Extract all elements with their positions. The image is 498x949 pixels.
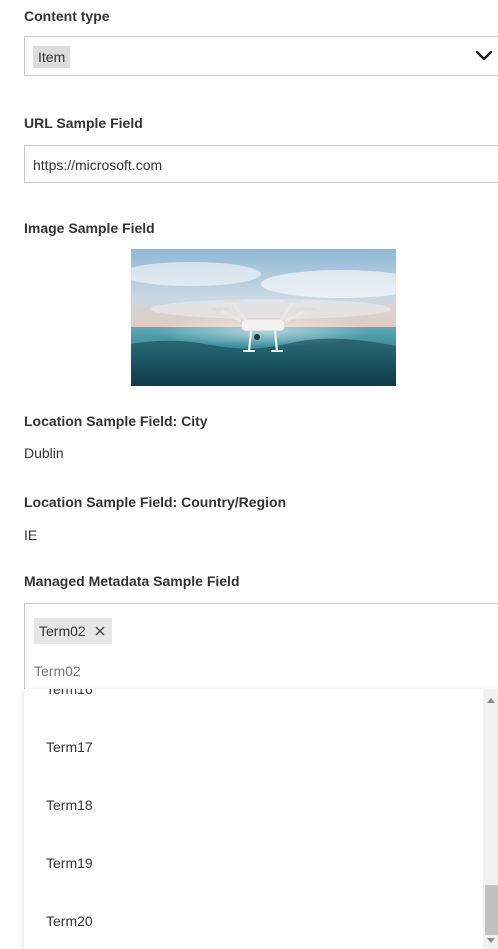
suggestions-scrollbar[interactable] — [483, 689, 498, 949]
location-country-label: Location Sample Field: Country/Region — [24, 494, 287, 510]
url-input-value: https://microsoft.com — [33, 157, 163, 173]
term-suggestions-list: Term16 Term17 Term18 Term19 Term20 — [24, 689, 498, 949]
image-field-preview — [131, 249, 396, 386]
location-city-label: Location Sample Field: City — [24, 413, 208, 429]
selected-term-text: Term02 — [39, 623, 86, 639]
list-item-partial[interactable]: Term16 — [24, 689, 480, 718]
scroll-down-arrow-icon[interactable] — [487, 938, 495, 943]
list-item[interactable]: Term19 — [24, 834, 480, 892]
scroll-thumb[interactable] — [485, 885, 498, 935]
url-input[interactable]: https://microsoft.com — [24, 145, 498, 183]
location-city-value: Dublin — [24, 445, 64, 461]
content-type-selected-value: Item — [33, 46, 71, 68]
content-type-dropdown[interactable]: Item — [24, 36, 498, 76]
managed-metadata-label: Managed Metadata Sample Field — [24, 573, 240, 589]
close-icon[interactable] — [94, 625, 106, 637]
url-field-label: URL Sample Field — [24, 115, 143, 131]
list-item[interactable]: Term20 — [24, 892, 480, 949]
content-type-label: Content type — [24, 8, 110, 24]
selected-term-tag: Term02 — [34, 618, 112, 644]
image-field-label: Image Sample Field — [24, 220, 155, 236]
list-item[interactable]: Term17 — [24, 718, 480, 776]
managed-metadata-picker[interactable]: Term02 Term02 — [24, 603, 498, 689]
scroll-up-arrow-icon[interactable] — [487, 698, 495, 703]
term-search-input[interactable]: Term02 — [34, 662, 81, 680]
chevron-down-icon[interactable] — [475, 49, 493, 63]
location-country-value: IE — [24, 527, 38, 543]
list-item[interactable]: Term18 — [24, 776, 480, 834]
